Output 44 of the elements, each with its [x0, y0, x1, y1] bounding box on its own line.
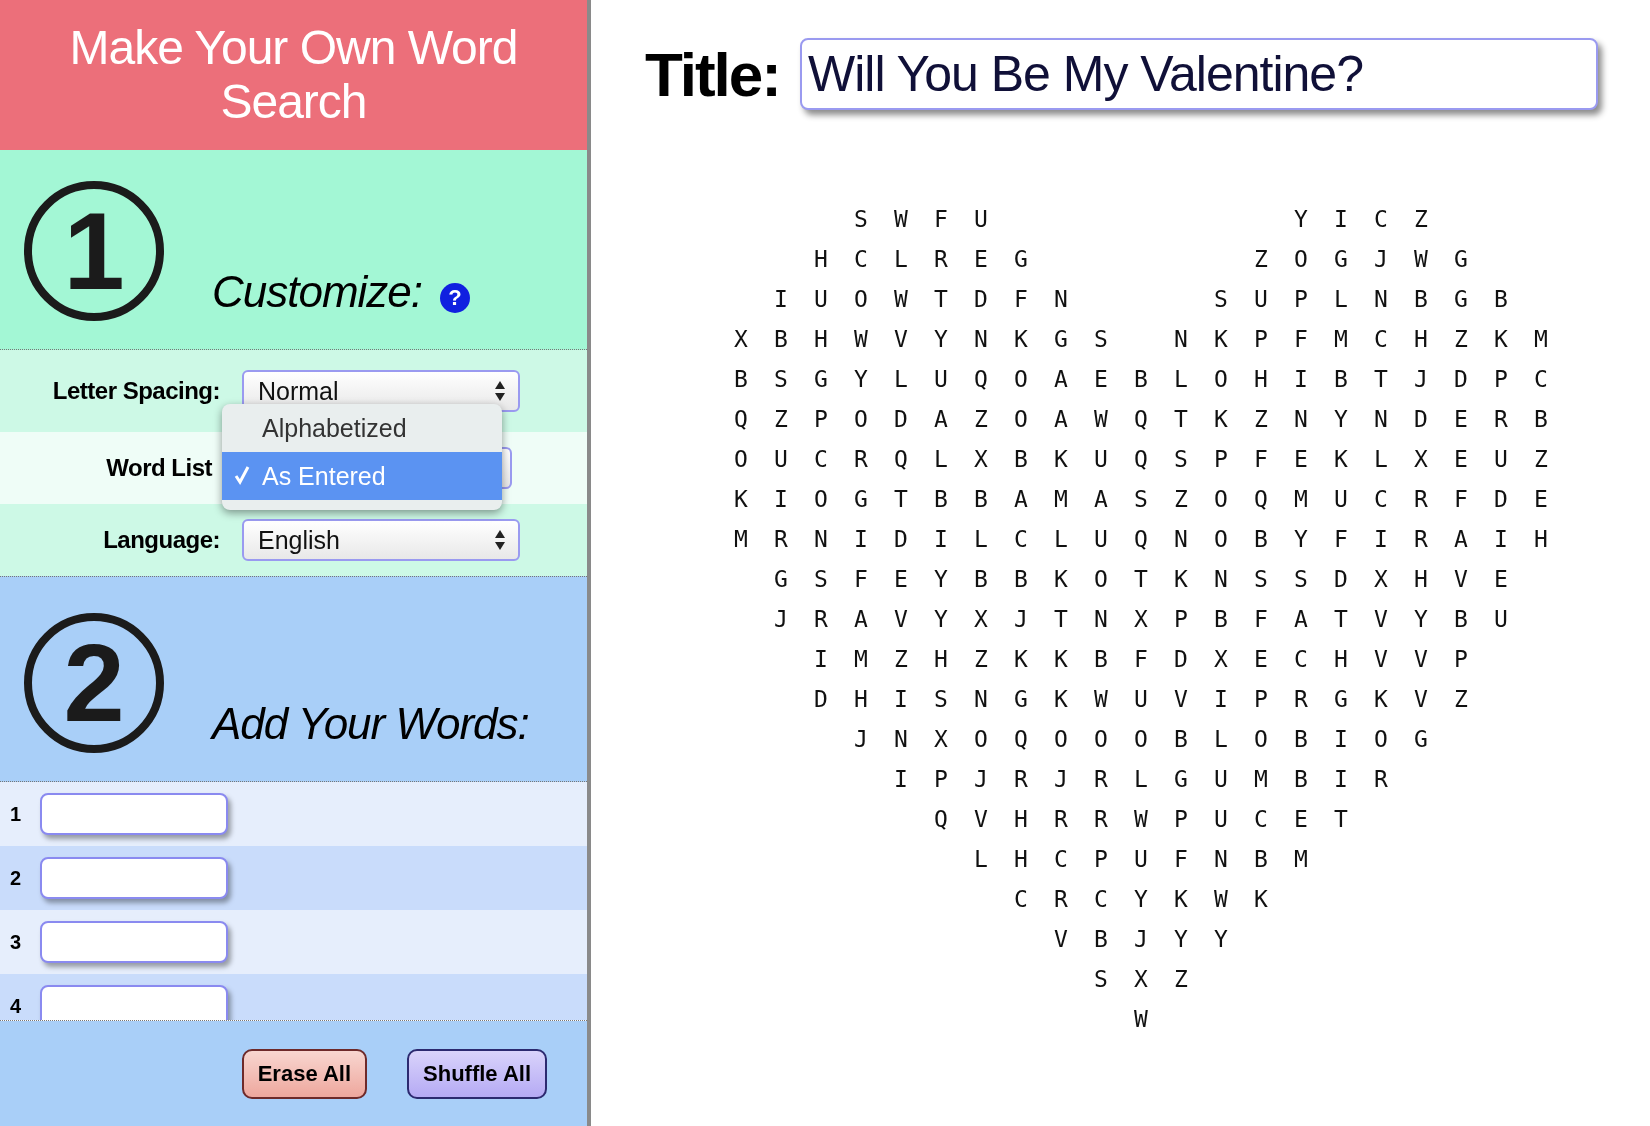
letter-row: I U O W T D F N S U P L N B G B [774, 285, 1514, 313]
step-number: 1 [24, 181, 164, 321]
row-number: 4 [9, 994, 23, 1018]
row-number: 2 [9, 866, 23, 890]
setting-label: Language: [102, 526, 220, 554]
letter-row: O U C R Q L X B K U Q S P F E K L X E U Z [734, 445, 1554, 473]
title-input-field[interactable]: Will You Be My Valentine? [800, 38, 1598, 110]
letter-row: Q V H R R W P U C E T [934, 805, 1354, 833]
setting-label: Letter Spacing: [51, 377, 220, 405]
letter-row: I M Z H Z K K B F D X E C H V V P [814, 645, 1474, 673]
word-input-field[interactable] [40, 857, 228, 899]
section-heading: Add Your Words: [212, 699, 529, 749]
shuffle-all-button[interactable]: Shuffle All [407, 1048, 547, 1099]
help-icon[interactable]: ? [440, 283, 471, 313]
letter-row: B S G Y L U Q O A E B L O H I B T J D P C [734, 365, 1554, 393]
row-number: 3 [9, 930, 23, 954]
letter-row: M R N I D I L C L U Q N O B Y F I R A I H [734, 525, 1554, 553]
dropdown[interactable]: English [242, 519, 520, 561]
section-heading: Customize: [212, 267, 423, 317]
letter-row: S X Z [1094, 965, 1194, 993]
page-title: Make Your Own Word Search [68, 21, 519, 129]
row-number: 1 [9, 802, 23, 826]
letter-row: L H C P U F N B M [974, 845, 1314, 873]
erase-all-button[interactable]: Erase All [241, 1048, 368, 1099]
setting-label: Word List [105, 454, 212, 482]
word-input-field[interactable] [40, 921, 228, 963]
letter-row: V B J Y Y [1054, 925, 1234, 953]
word-input-field[interactable] [40, 793, 228, 835]
word-input-field[interactable] [40, 985, 228, 1020]
step-number: 2 [24, 613, 164, 753]
letter-row: H C L R E G Z O G J W G [814, 245, 1474, 273]
letter-row: K I O G T B B A M A S Z O Q M U C R F D E [734, 485, 1554, 513]
letter-row: J R A V Y X J T N X P B F A T V Y B U [774, 605, 1514, 633]
letter-row: G S F E Y B B K O T K N S S D X H V E [774, 565, 1514, 593]
check-icon [234, 465, 250, 485]
letter-row: X B H W V Y N K G S N K P F M C H Z K M [734, 325, 1554, 353]
letter-row: W [1134, 1005, 1154, 1033]
letter-row: Q Z P O D A Z O A W Q T K Z N Y N D E R B [734, 405, 1554, 433]
letter-row: D H I S N G K W U V I P R G K V Z [814, 685, 1474, 713]
letter-row: S W F U Y I C Z [854, 205, 1434, 233]
letter-row: J N X O Q O O O B L O B I O G [854, 725, 1434, 753]
title-label: Title: [645, 38, 780, 110]
letter-row: I P J R J R L G U M B I R [894, 765, 1394, 793]
letter-row: C R C Y K W K [1014, 885, 1274, 913]
